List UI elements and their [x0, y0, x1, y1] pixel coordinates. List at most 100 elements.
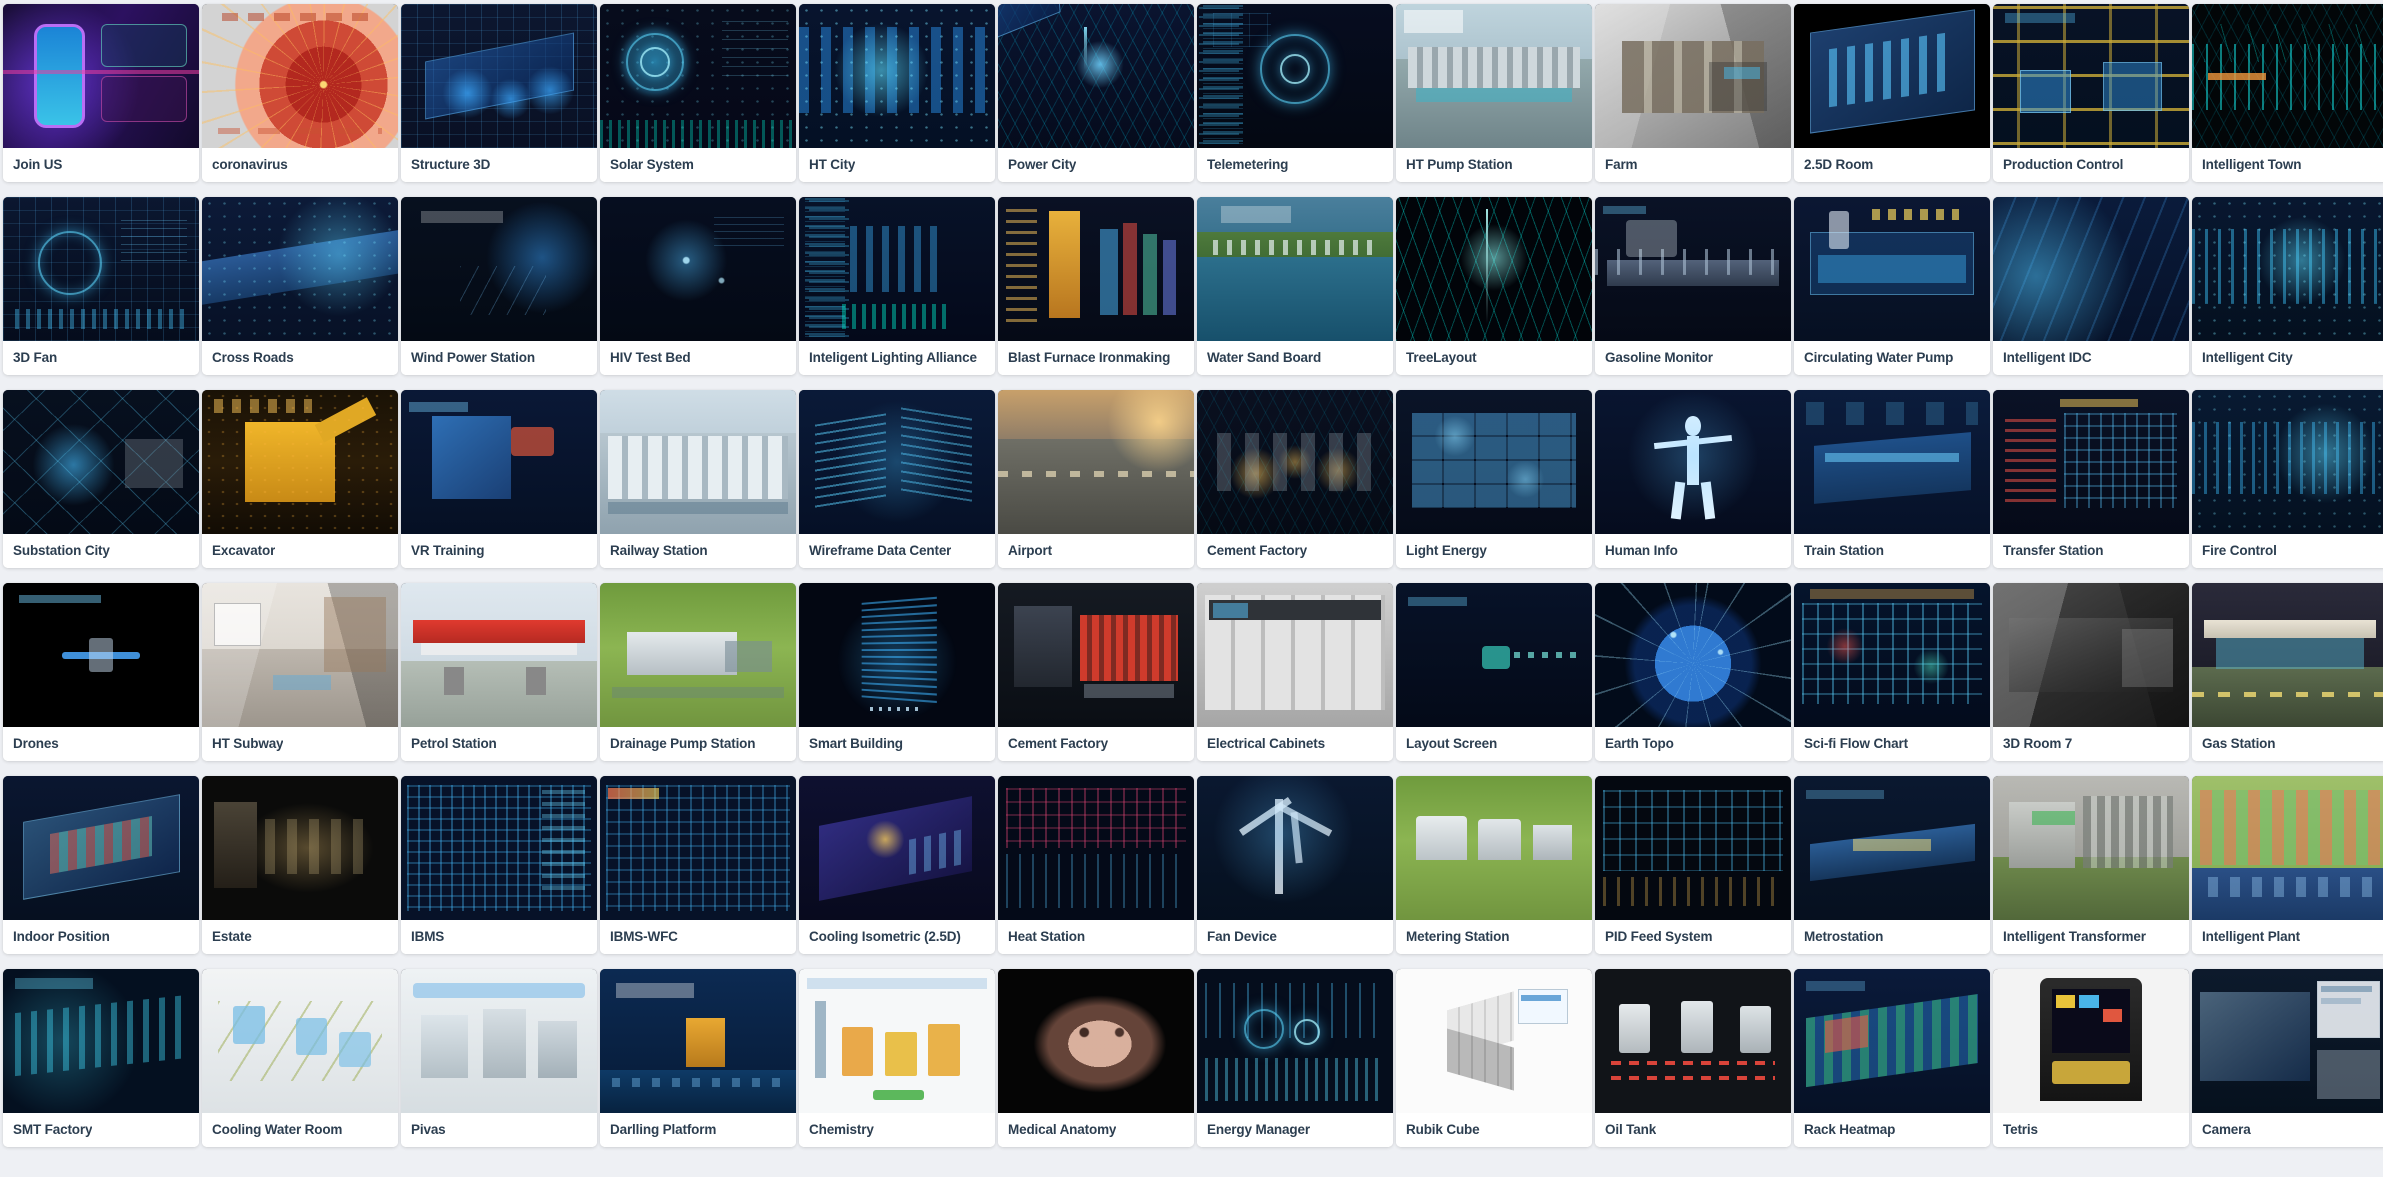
demo-thumbnail[interactable]: [1595, 583, 1791, 727]
demo-thumbnail[interactable]: [1197, 583, 1393, 727]
demo-card[interactable]: VR Training: [401, 390, 597, 568]
demo-thumbnail[interactable]: [998, 969, 1194, 1113]
demo-thumbnail[interactable]: [1396, 4, 1592, 148]
demo-card[interactable]: Wind Power Station: [401, 197, 597, 375]
demo-thumbnail[interactable]: [600, 969, 796, 1113]
demo-thumbnail[interactable]: [401, 969, 597, 1113]
demo-card[interactable]: Intelligent Town: [2192, 4, 2383, 182]
demo-thumbnail[interactable]: [1794, 390, 1990, 534]
demo-thumbnail[interactable]: [1595, 197, 1791, 341]
demo-card[interactable]: Estate: [202, 776, 398, 954]
demo-thumbnail[interactable]: [2192, 4, 2383, 148]
demo-card[interactable]: Rack Heatmap: [1794, 969, 1990, 1147]
demo-card[interactable]: Structure 3D: [401, 4, 597, 182]
demo-card[interactable]: Electrical Cabinets: [1197, 583, 1393, 761]
demo-card[interactable]: IBMS: [401, 776, 597, 954]
demo-card[interactable]: Blast Furnace Ironmaking: [998, 197, 1194, 375]
demo-thumbnail[interactable]: [998, 390, 1194, 534]
demo-thumbnail[interactable]: [202, 4, 398, 148]
demo-card[interactable]: Intelligent Transformer: [1993, 776, 2189, 954]
demo-thumbnail[interactable]: [600, 390, 796, 534]
demo-thumbnail[interactable]: [799, 583, 995, 727]
demo-card[interactable]: 2.5D Room: [1794, 4, 1990, 182]
demo-card[interactable]: Fan Device: [1197, 776, 1393, 954]
demo-card[interactable]: Darlling Platform: [600, 969, 796, 1147]
demo-thumbnail[interactable]: [1396, 197, 1592, 341]
demo-thumbnail[interactable]: [2192, 583, 2383, 727]
demo-card[interactable]: Indoor Position: [3, 776, 199, 954]
demo-card[interactable]: Power City: [998, 4, 1194, 182]
demo-thumbnail[interactable]: [998, 583, 1194, 727]
demo-thumbnail[interactable]: [1993, 969, 2189, 1113]
demo-thumbnail[interactable]: [401, 583, 597, 727]
demo-card[interactable]: TreeLayout: [1396, 197, 1592, 375]
demo-thumbnail[interactable]: [401, 4, 597, 148]
demo-card[interactable]: Rubik Cube: [1396, 969, 1592, 1147]
demo-thumbnail[interactable]: [2192, 969, 2383, 1113]
demo-card[interactable]: Heat Station: [998, 776, 1194, 954]
demo-card[interactable]: Drainage Pump Station: [600, 583, 796, 761]
demo-card[interactable]: Chemistry: [799, 969, 995, 1147]
demo-thumbnail[interactable]: [1595, 390, 1791, 534]
demo-thumbnail[interactable]: [401, 197, 597, 341]
demo-card[interactable]: Human Info: [1595, 390, 1791, 568]
demo-card[interactable]: Cooling Isometric (2.5D): [799, 776, 995, 954]
demo-thumbnail[interactable]: [3, 390, 199, 534]
demo-thumbnail[interactable]: [799, 197, 995, 341]
demo-card[interactable]: Cooling Water Room: [202, 969, 398, 1147]
demo-card[interactable]: SMT Factory: [3, 969, 199, 1147]
demo-thumbnail[interactable]: [600, 583, 796, 727]
demo-thumbnail[interactable]: [799, 776, 995, 920]
demo-thumbnail[interactable]: [1595, 969, 1791, 1113]
demo-card[interactable]: Intelligent IDC: [1993, 197, 2189, 375]
demo-card[interactable]: Smart Building: [799, 583, 995, 761]
demo-thumbnail[interactable]: [1794, 969, 1990, 1113]
demo-thumbnail[interactable]: [1794, 776, 1990, 920]
demo-thumbnail[interactable]: [1993, 776, 2189, 920]
demo-thumbnail[interactable]: [600, 776, 796, 920]
demo-thumbnail[interactable]: [1197, 776, 1393, 920]
demo-thumbnail[interactable]: [3, 4, 199, 148]
demo-card[interactable]: PID Feed System: [1595, 776, 1791, 954]
demo-card[interactable]: Water Sand Board: [1197, 197, 1393, 375]
demo-card[interactable]: Cement Factory: [998, 583, 1194, 761]
demo-card[interactable]: Oil Tank: [1595, 969, 1791, 1147]
demo-card[interactable]: Earth Topo: [1595, 583, 1791, 761]
demo-card[interactable]: HT Pump Station: [1396, 4, 1592, 182]
demo-thumbnail[interactable]: [3, 197, 199, 341]
demo-thumbnail[interactable]: [799, 969, 995, 1113]
demo-card[interactable]: Telemetering: [1197, 4, 1393, 182]
demo-thumbnail[interactable]: [998, 776, 1194, 920]
demo-thumbnail[interactable]: [1993, 197, 2189, 341]
demo-thumbnail[interactable]: [998, 197, 1194, 341]
demo-thumbnail[interactable]: [1794, 197, 1990, 341]
demo-card[interactable]: HT Subway: [202, 583, 398, 761]
demo-thumbnail[interactable]: [1197, 4, 1393, 148]
demo-thumbnail[interactable]: [1396, 583, 1592, 727]
demo-card[interactable]: Join US: [3, 4, 199, 182]
demo-thumbnail[interactable]: [1993, 583, 2189, 727]
demo-card[interactable]: Railway Station: [600, 390, 796, 568]
demo-card[interactable]: Excavator: [202, 390, 398, 568]
demo-thumbnail[interactable]: [401, 776, 597, 920]
demo-thumbnail[interactable]: [3, 583, 199, 727]
demo-thumbnail[interactable]: [799, 390, 995, 534]
demo-thumbnail[interactable]: [2192, 197, 2383, 341]
demo-thumbnail[interactable]: [1794, 4, 1990, 148]
demo-thumbnail[interactable]: [202, 197, 398, 341]
demo-card[interactable]: Intelligent Plant: [2192, 776, 2383, 954]
demo-card[interactable]: HT City: [799, 4, 995, 182]
demo-card[interactable]: Metering Station: [1396, 776, 1592, 954]
demo-card[interactable]: Gas Station: [2192, 583, 2383, 761]
demo-thumbnail[interactable]: [1197, 390, 1393, 534]
demo-card[interactable]: Tetris: [1993, 969, 2189, 1147]
demo-thumbnail[interactable]: [1197, 197, 1393, 341]
demo-card[interactable]: Intelligent City: [2192, 197, 2383, 375]
demo-card[interactable]: IBMS-WFC: [600, 776, 796, 954]
demo-thumbnail[interactable]: [1794, 583, 1990, 727]
demo-thumbnail[interactable]: [3, 969, 199, 1113]
demo-card[interactable]: Camera: [2192, 969, 2383, 1147]
demo-thumbnail[interactable]: [2192, 776, 2383, 920]
demo-card[interactable]: HIV Test Bed: [600, 197, 796, 375]
demo-thumbnail[interactable]: [202, 776, 398, 920]
